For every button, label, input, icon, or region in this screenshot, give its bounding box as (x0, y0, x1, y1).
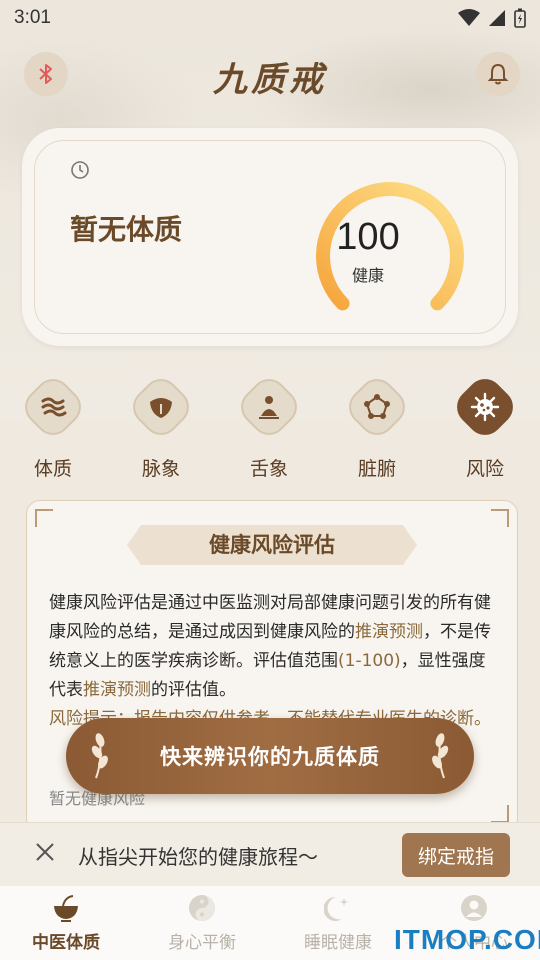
tab-label: 睡眠健康 (304, 933, 372, 953)
health-score-value: 100 (336, 216, 400, 258)
notification-button[interactable] (476, 52, 520, 96)
clock-icon[interactable] (70, 160, 90, 180)
tab-mind-body-balance[interactable]: 身心平衡 (142, 892, 262, 953)
risk-description: 健康风险评估是通过中医监测对局部健康问题引发的所有健康风险的总结，是通过成因到健… (49, 589, 499, 734)
herb-bowl-icon (54, 895, 78, 922)
tongue-icon (259, 396, 279, 419)
pulse-icon (150, 398, 172, 418)
moon-star-icon (324, 896, 348, 921)
risk-title: 健康风险评估 (209, 533, 335, 557)
corner-ornament (491, 805, 509, 823)
tab-tcm-constitution[interactable]: 中医体质 (6, 892, 126, 953)
status-icons (458, 8, 526, 28)
category-risk[interactable]: 风险 (440, 370, 530, 481)
wheat-right-icon (432, 733, 449, 779)
user-icon (461, 895, 487, 921)
category-label: 风险 (465, 458, 504, 480)
category-tabs: 体质 脉象 舌象 脏腑 风险 (0, 370, 540, 480)
health-score-label: 健康 (351, 266, 384, 285)
category-label: 舌象 (249, 458, 288, 480)
app-logo: 九质戒 (213, 60, 327, 100)
status-bar: 3:01 (0, 0, 540, 36)
status-time: 3:01 (14, 7, 51, 28)
health-score-card[interactable]: 暂无体质 100 健康 (22, 128, 518, 346)
corner-ornament (35, 509, 53, 527)
cloud-wave-icon (41, 397, 67, 417)
yin-yang-icon (189, 895, 215, 921)
category-constitution[interactable]: 体质 (8, 370, 98, 481)
wifi-icon (458, 9, 480, 26)
category-organs[interactable]: 脏腑 (332, 370, 422, 481)
battery-icon (514, 8, 526, 28)
tab-sleep-health[interactable]: 睡眠健康 (278, 892, 398, 953)
constitution-type: 暂无体质 (70, 213, 183, 246)
identify-constitution-button[interactable]: 快来辨识你的九质体质 (66, 718, 474, 794)
close-icon[interactable] (34, 841, 56, 863)
virus-icon (470, 392, 500, 422)
corner-ornament (491, 509, 509, 527)
signal-icon (489, 10, 505, 26)
risk-title-banner: 健康风险评估 (127, 525, 417, 565)
organ-pentagon-icon (364, 394, 390, 419)
risk-highlight: 推演预测 (83, 680, 151, 700)
category-label: 体质 (33, 458, 72, 480)
risk-highlight: (1-100) (338, 651, 401, 671)
wheat-left-icon (91, 733, 108, 779)
category-tongue[interactable]: 舌象 (224, 370, 314, 481)
tab-label: 身心平衡 (168, 933, 236, 953)
bell-icon (487, 63, 509, 85)
category-pulse[interactable]: 脉象 (116, 370, 206, 481)
bind-ring-button[interactable]: 绑定戒指 (402, 833, 510, 877)
header: 九质戒 (0, 48, 540, 102)
cta-label: 快来辨识你的九质体质 (160, 745, 380, 769)
risk-text-part: 的评估值。 (151, 680, 236, 700)
tab-label: 中医体质 (32, 933, 100, 953)
category-label: 脏腑 (357, 458, 396, 480)
category-label: 脉象 (141, 458, 180, 480)
bind-ring-message: 从指尖开始您的健康旅程～ (78, 845, 318, 869)
watermark-text: ITMOP.COM (394, 924, 540, 955)
bind-ring-banner: 从指尖开始您的健康旅程～ 绑定戒指 (0, 822, 540, 887)
risk-highlight: 推演预测 (355, 622, 423, 642)
